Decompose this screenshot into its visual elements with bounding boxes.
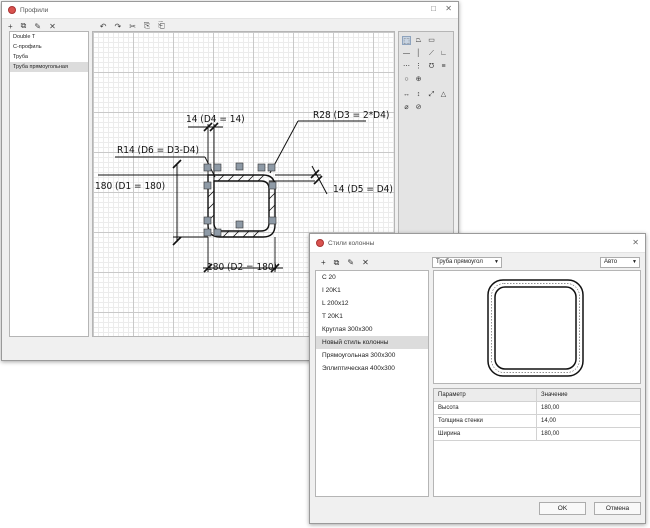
profiles-title: Профили	[20, 6, 49, 14]
redo-icon[interactable]: ↷	[115, 22, 122, 31]
dim-label-d2: 180 (D2 = 180)	[207, 262, 277, 273]
parameters-table: Параметр Значение Высота 180,00 Толщина …	[433, 388, 641, 497]
dialog-app-icon	[316, 239, 324, 247]
copy-clipboard-icon[interactable]: ⎘	[144, 21, 150, 31]
edit-style-icon[interactable]: ✎	[347, 258, 354, 268]
scale-dropdown[interactable]: Авто ▼	[600, 257, 640, 268]
tool-rectangle[interactable]: ▭	[427, 36, 436, 45]
dim-label-d1: 180 (D1 = 180)	[95, 181, 165, 192]
profile-item-rect-tube[interactable]: Труба прямоугольная	[10, 62, 88, 72]
add-icon[interactable]: +	[8, 22, 13, 31]
dialog-toolbar: + ⧉ ✎ ✕	[321, 258, 369, 268]
profile-item-tube[interactable]: Труба	[10, 52, 88, 62]
profile-dropdown-value: Труба прямоугол	[436, 259, 483, 265]
maximize-icon[interactable]: □	[431, 4, 436, 13]
copy-style-icon[interactable]: ⧉	[334, 258, 340, 268]
dialog-title: Стили колонны	[328, 239, 375, 247]
tool-vertical-line[interactable]: │	[414, 49, 423, 58]
tool-dim-aligned[interactable]: ⤢	[427, 90, 436, 99]
profile-item-double-t[interactable]: Double T	[10, 32, 88, 42]
dialog-titlebar: Стили колонны ✕	[310, 234, 645, 253]
dialog-close-icon[interactable]: ✕	[632, 238, 639, 247]
tool-dim-horizontal[interactable]: ↔	[402, 90, 411, 99]
close-icon[interactable]: ✕	[445, 4, 452, 13]
param-name: Ширина	[434, 428, 537, 440]
style-item-l200x12[interactable]: L 200x12	[316, 297, 428, 310]
table-header: Параметр Значение	[434, 389, 640, 402]
dim-label-d5: 14 (D5 = D4)	[333, 184, 393, 195]
style-item-rectangular[interactable]: Прямоугольная 300x300	[316, 349, 428, 362]
header-parameter: Параметр	[434, 389, 537, 401]
dim-label-d3: R28 (D3 = 2*D4)	[313, 110, 389, 121]
edit-icon[interactable]: ✎	[34, 22, 41, 31]
undo-icon[interactable]: ↶	[100, 22, 107, 31]
tool-diagonal-line[interactable]: ⟋	[427, 49, 436, 58]
table-row: Высота 180,00	[434, 402, 640, 415]
param-name: Высота	[434, 402, 537, 414]
dim-line-d5	[311, 165, 328, 195]
style-item-c20[interactable]: C 20	[316, 271, 428, 284]
tool-select[interactable]: ⬚	[402, 36, 411, 45]
profiles-titlebar: Профили □ ✕	[2, 2, 458, 19]
copy-icon[interactable]: ⧉	[21, 21, 27, 31]
profile-dropdown[interactable]: Труба прямоугол ▼	[432, 257, 502, 268]
preview-drawing	[487, 279, 584, 377]
tool-circle[interactable]: ○	[402, 75, 411, 84]
profile-preview	[433, 270, 641, 384]
style-item-i20k1[interactable]: I 20K1	[316, 284, 428, 297]
tool-angle[interactable]: ∟	[439, 49, 448, 58]
style-item-new[interactable]: Новый стиль колонны	[316, 336, 428, 349]
tool-dim-vertical[interactable]: ↕	[414, 90, 423, 99]
header-value: Значение	[541, 392, 568, 398]
ok-button[interactable]: OK	[539, 502, 586, 515]
dim-label-d6: R14 (D6 = D3-D4)	[117, 145, 199, 156]
tool-v-dimension[interactable]: ⋮	[414, 62, 423, 71]
delete-style-icon[interactable]: ✕	[362, 258, 369, 268]
tool-horizontal-line[interactable]: —	[402, 49, 411, 58]
chevron-down-icon: ▼	[632, 259, 637, 265]
app-icon	[8, 6, 16, 14]
style-item-round[interactable]: Круглая 300x300	[316, 323, 428, 336]
column-styles-dialog: Стили колонны ✕ + ⧉ ✎ ✕ C 20 I 20K1 L 20…	[309, 233, 646, 524]
tool-h-dimension[interactable]: ⋯	[402, 62, 411, 71]
tool-parallel[interactable]: ≡	[439, 62, 448, 71]
preview-inner-outline	[494, 286, 577, 370]
dim-label-d4: 14 (D4 = 14)	[186, 114, 245, 125]
tool-dim-radius[interactable]: ⌀	[402, 103, 411, 112]
cancel-button[interactable]: Отмена	[594, 502, 641, 515]
profile-item-c-profile[interactable]: С-профиль	[10, 42, 88, 52]
tool-trapezoid[interactable]: ⏢	[414, 36, 423, 45]
paste-icon[interactable]: ⎗	[158, 21, 164, 31]
table-row: Ширина 180,00	[434, 428, 640, 441]
cut-icon[interactable]: ✂	[129, 22, 136, 31]
param-name: Толщина стенки	[434, 415, 537, 427]
param-value[interactable]: 180,00	[537, 402, 640, 414]
tool-dim-angle[interactable]: △	[439, 90, 448, 99]
preview-outer-outline	[487, 279, 584, 377]
style-item-t20k1[interactable]: T 20K1	[316, 310, 428, 323]
param-value[interactable]: 180,00	[537, 428, 640, 440]
param-value[interactable]: 14,00	[537, 415, 640, 427]
add-style-icon[interactable]: +	[321, 258, 326, 268]
tool-dim-diameter[interactable]: ⊘	[414, 103, 423, 112]
column-style-list: C 20 I 20K1 L 200x12 T 20K1 Круглая 300x…	[315, 270, 429, 497]
chevron-down-icon: ▼	[494, 259, 499, 265]
scale-dropdown-value: Авто	[604, 259, 618, 265]
delete-icon[interactable]: ✕	[49, 22, 56, 31]
table-row: Толщина стенки 14,00	[434, 415, 640, 428]
tool-arc[interactable]: Ʊ	[427, 62, 436, 71]
style-item-elliptic[interactable]: Эллиптическая 400x300	[316, 362, 428, 375]
profile-list: Double T С-профиль Труба Труба прямоугол…	[9, 31, 89, 337]
tool-zoom[interactable]: ⊕	[414, 75, 423, 84]
